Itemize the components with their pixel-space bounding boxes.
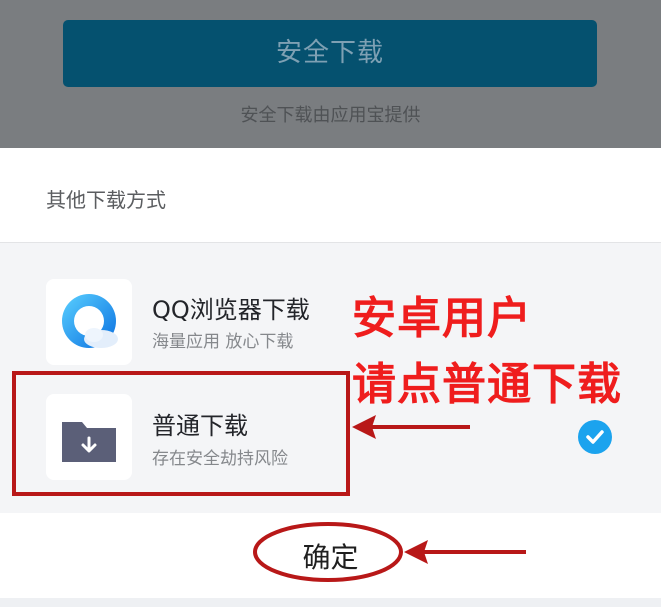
qq-browser-icon (46, 279, 132, 365)
safe-download-note: 安全下载由应用宝提供 (240, 105, 421, 126)
dimmed-background: 安全下载 安全下载由应用宝提供 (0, 0, 661, 148)
annotation-line-1: 安卓用户 (352, 293, 532, 344)
sheet-title: 其他下载方式 (46, 188, 166, 212)
selected-check-icon (578, 420, 612, 454)
folder-download-icon (46, 394, 132, 480)
option-title: QQ浏览器下载 (152, 296, 310, 324)
option-title: 普通下载 (152, 412, 248, 440)
option-subtitle: 海量应用 放心下载 (152, 332, 294, 352)
safe-download-button[interactable]: 安全下载 (63, 20, 597, 87)
confirm-button[interactable]: 确定 (0, 536, 661, 576)
bottom-strip (0, 598, 661, 607)
sheet-header: 其他下载方式 (0, 148, 661, 243)
annotation-line-2: 请点普通下载 (352, 359, 622, 410)
option-subtitle: 存在安全劫持风险 (152, 449, 288, 469)
